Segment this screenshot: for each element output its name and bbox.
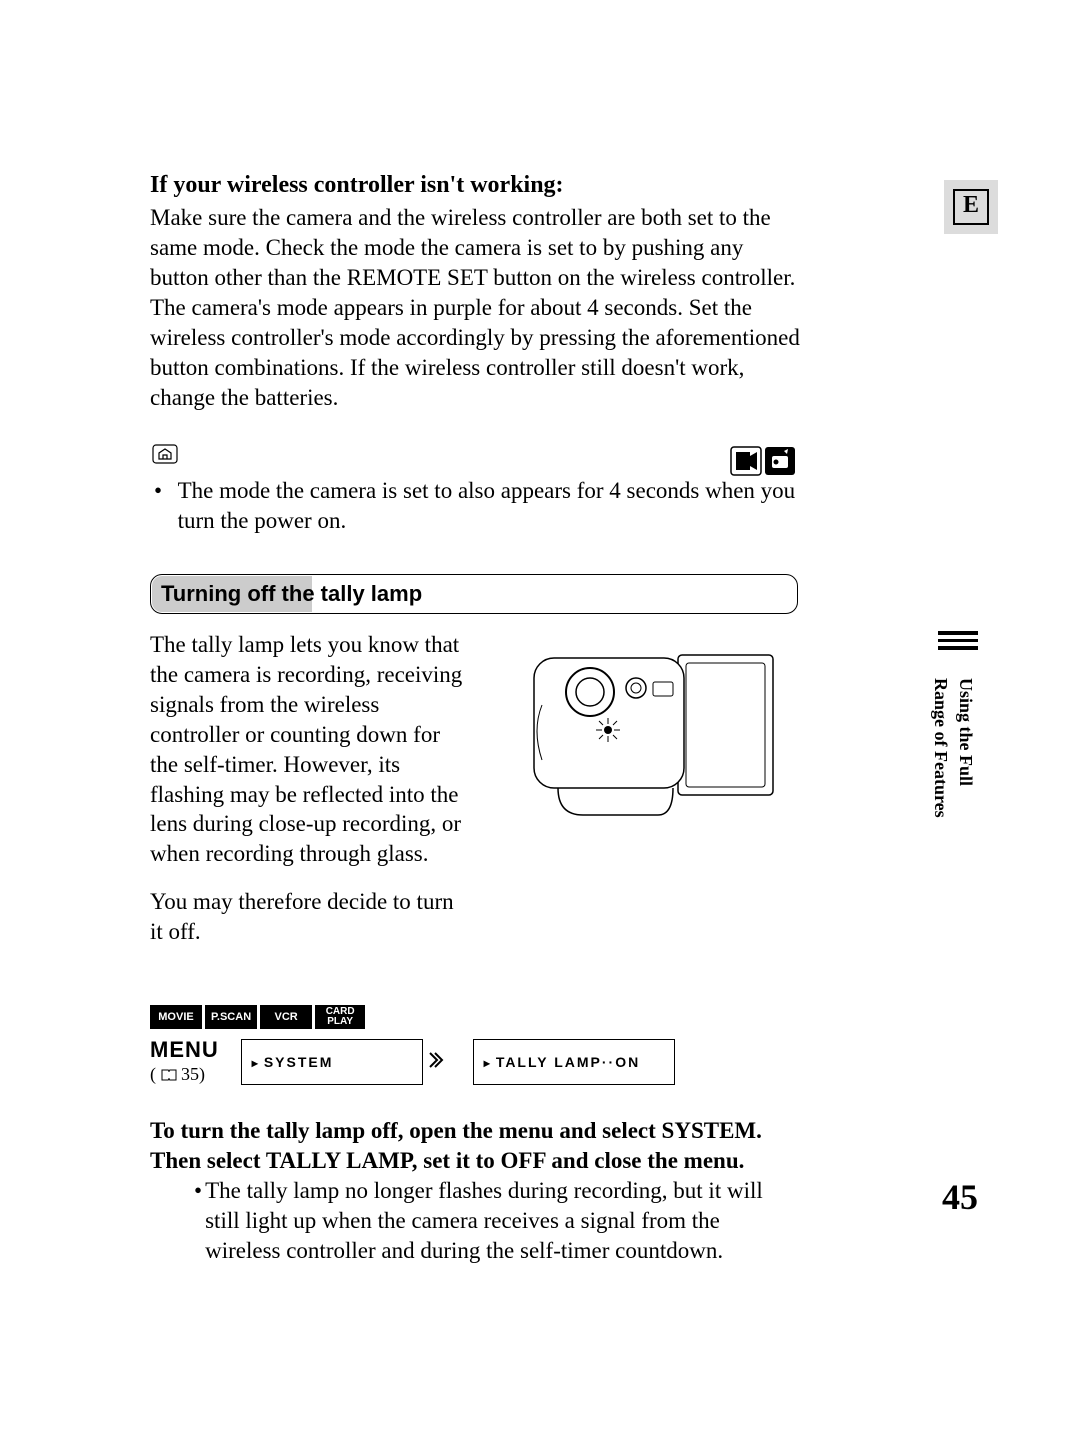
mode-chips: MOVIE P.SCAN VCR CARD PLAY	[150, 1005, 800, 1029]
section-tab-label: Range of Features Using the Full	[930, 678, 976, 818]
menu-step-tally: TALLY LAMP··ON	[473, 1039, 675, 1085]
camcorder-illustration-wrap	[498, 630, 798, 947]
menu-step-system-label: SYSTEM	[252, 1054, 334, 1070]
mode-chip-movie: MOVIE	[150, 1005, 202, 1029]
troubleshoot-heading: If your wireless controller isn't workin…	[150, 170, 800, 201]
camcorder-illustration	[498, 630, 798, 825]
mode-chip-vcr: VCR	[260, 1005, 312, 1029]
note-bullet: • The mode the camera is set to also app…	[150, 476, 800, 536]
manual-page: E If your wireless controller isn't work…	[0, 0, 1080, 1443]
two-column-layout: The tally lamp lets you know that the ca…	[150, 630, 798, 947]
mode-chip-card-play: CARD PLAY	[315, 1005, 365, 1029]
menu-step-tally-label: TALLY LAMP··ON	[484, 1054, 640, 1070]
instructions-block: To turn the tally lamp off, open the men…	[150, 1116, 798, 1265]
menu-step-system: SYSTEM	[241, 1039, 423, 1085]
mode-chip-play: PLAY	[327, 1017, 353, 1027]
menu-arrow-icon	[427, 1050, 447, 1074]
sidebar-divider	[938, 631, 978, 654]
tally-para-2: You may therefore decide to turn it off.	[150, 887, 470, 947]
main-content: If your wireless controller isn't workin…	[150, 170, 800, 1266]
menu-label: MENU	[150, 1037, 219, 1063]
book-icon	[161, 1069, 177, 1081]
note-icon	[152, 442, 178, 472]
bullet-dot: •	[190, 1176, 205, 1266]
instruction-bullet: • The tally lamp no longer flashes durin…	[190, 1176, 798, 1266]
note-text: The mode the camera is set to also appea…	[178, 476, 800, 536]
section-title: Turning off the tally lamp	[161, 580, 422, 609]
menu-block: MENU ( 35)	[150, 1037, 219, 1086]
page-number: 45	[942, 1176, 978, 1218]
instruction-bullet-text: The tally lamp no longer flashes during …	[205, 1176, 798, 1266]
section-mode-icons	[730, 446, 796, 484]
side-line-2: Range of Features	[930, 678, 951, 818]
section-heading-bar: Turning off the tally lamp	[150, 574, 798, 614]
bullet-dot: •	[150, 476, 178, 536]
menu-path-row: MENU ( 35) SYSTEM TALLY LAMP··ON	[150, 1037, 800, 1086]
language-badge: E	[944, 180, 998, 234]
instruction-bold: To turn the tally lamp off, open the men…	[150, 1116, 798, 1176]
mode-chip-pscan: P.SCAN	[205, 1005, 257, 1029]
menu-ref-number: 35	[181, 1064, 199, 1084]
menu-page-ref: ( 35)	[150, 1063, 219, 1086]
tally-description: The tally lamp lets you know that the ca…	[150, 630, 470, 947]
troubleshoot-body: Make sure the camera and the wireless co…	[150, 203, 800, 412]
side-line-1: Using the Full	[955, 678, 976, 818]
language-badge-letter: E	[953, 189, 989, 225]
tally-para-1: The tally lamp lets you know that the ca…	[150, 630, 470, 869]
